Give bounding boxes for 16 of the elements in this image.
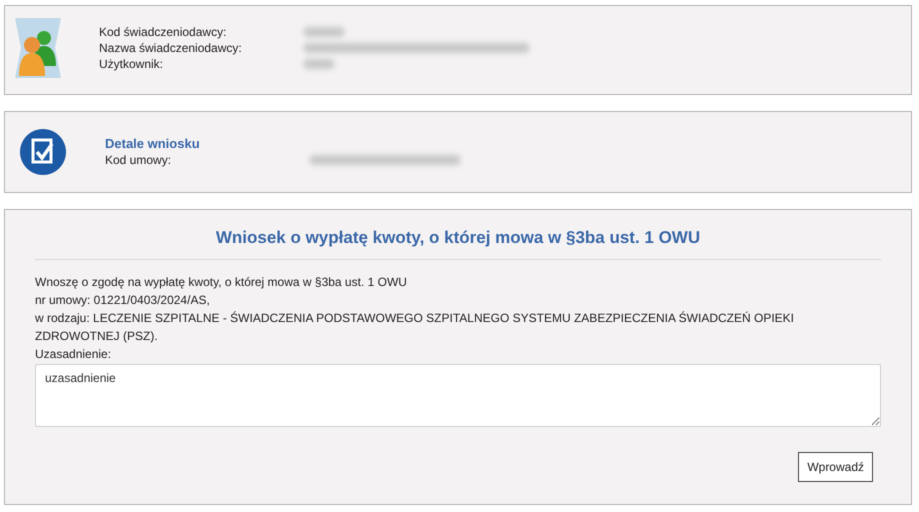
submit-button[interactable]: Wprowadź (798, 452, 873, 482)
field-label: Nazwa świadczeniodawcy: (99, 41, 243, 55)
section-title: Detale wniosku (105, 136, 201, 151)
form-heading: Wniosek o wypłatę kwoty, o której mowa w §3ba ust. 1 OWU (35, 228, 881, 260)
request-text: Wnoszę o zgodę na wypłatę kwoty, o której mowa w §3ba ust. 1 OWU (35, 274, 408, 291)
request-text: w rodzaju: LECZENIE SZPITALNE - ŚWIADCZENIA PODSTAWOWEGO SZPITALNEGO SYSTEMU ZABEZPIECZENIA ŚWIADCZEŃ OPIEKI ZDROWOTNEJ (PSZ). (35, 310, 796, 345)
field-label: Uzasadnienie: (35, 346, 112, 363)
request-text: nr umowy: 01221/0403/2024/AS, (35, 292, 211, 309)
field-label: Użytkownik: (99, 57, 164, 71)
justification-field[interactable]: uzasadnienie (35, 364, 881, 427)
blurred-value (304, 27, 344, 37)
field-label: Kod umowy: (105, 153, 172, 167)
blurred-value (304, 59, 334, 69)
field-label: Kod świadczeniodawcy: (99, 25, 228, 39)
checkbox-icon (19, 128, 67, 176)
users-icon (13, 16, 63, 80)
